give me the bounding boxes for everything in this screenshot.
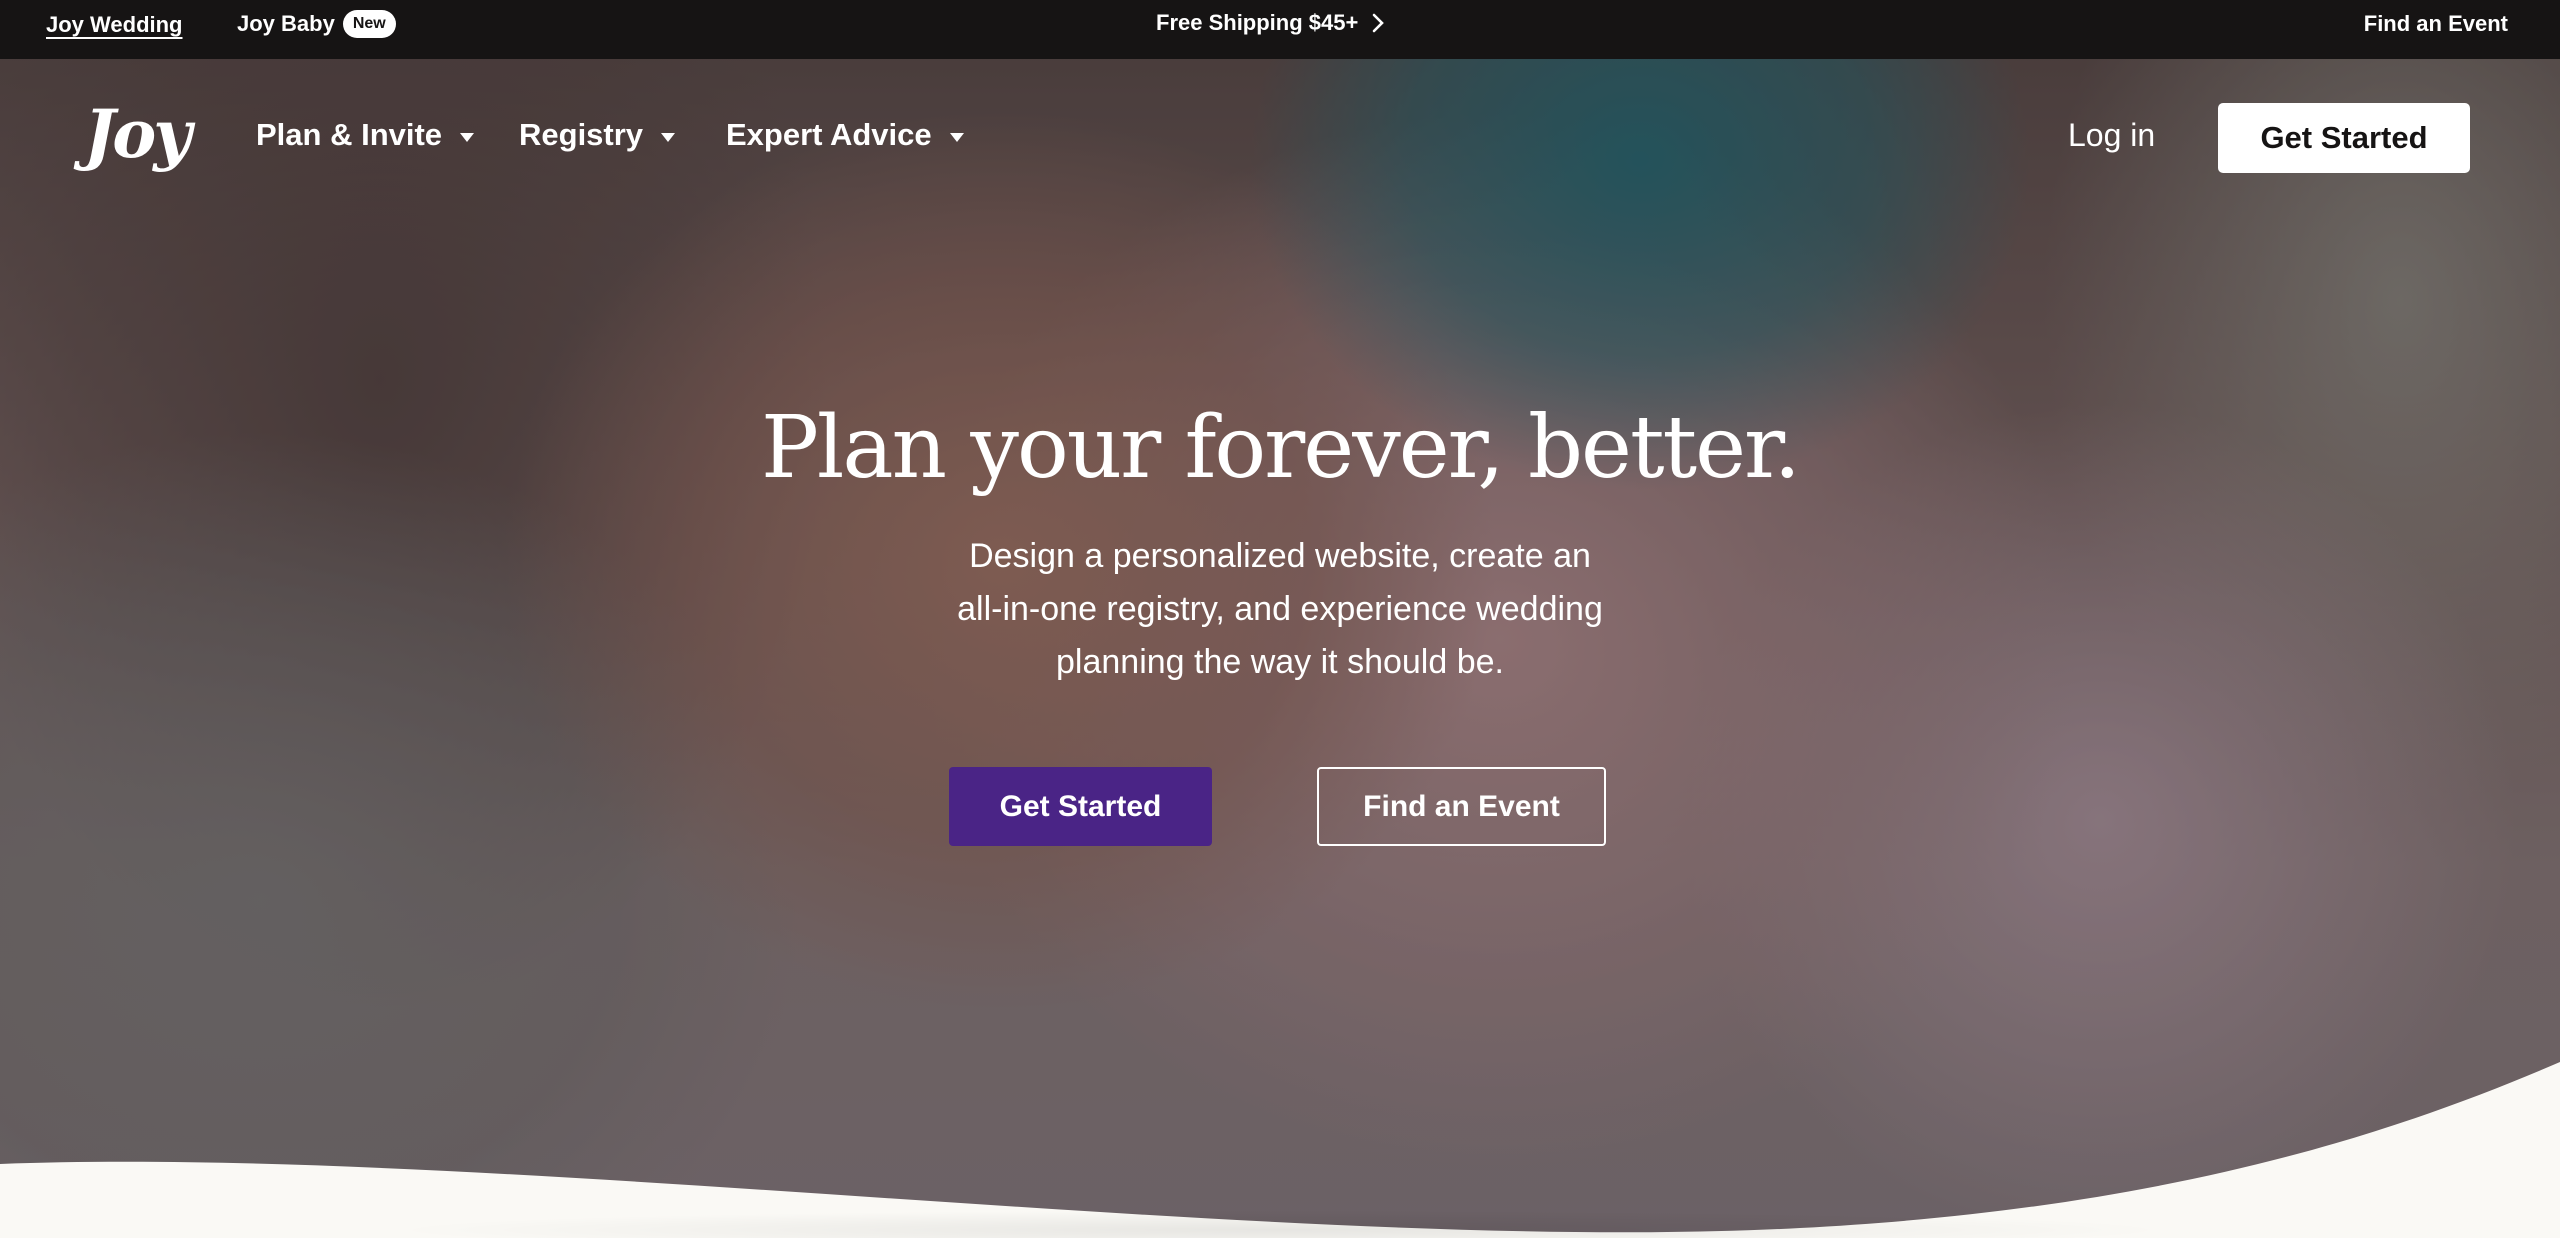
find-event-button[interactable]: Find an Event	[1317, 767, 1606, 846]
joy-wedding-link[interactable]: Joy Wedding	[46, 12, 183, 38]
joy-baby-link[interactable]: Joy Baby New	[237, 10, 396, 38]
get-started-nav-button[interactable]: Get Started	[2218, 103, 2470, 173]
nav-expert-advice[interactable]: Expert Advice	[726, 117, 964, 153]
hero-subcopy-line: Design a personalized website, create an	[969, 537, 1591, 575]
new-badge: New	[342, 10, 396, 38]
joy-baby-label: Joy Baby	[237, 11, 335, 36]
nav-expert-advice-label: Expert Advice	[726, 117, 932, 152]
chevron-right-icon	[1373, 13, 1385, 33]
nav-plan-invite[interactable]: Plan & Invite	[256, 117, 475, 153]
chevron-down-icon	[661, 132, 676, 142]
content-card-shadow	[380, 1210, 2180, 1238]
hero-subcopy-line: all-in-one registry, and experience wedd…	[957, 590, 1603, 628]
nav-registry[interactable]: Registry	[519, 117, 676, 153]
login-link[interactable]: Log in	[2068, 117, 2155, 154]
free-shipping-label: Free Shipping $45+	[1156, 10, 1359, 35]
announcement-bar: Joy Wedding Joy Baby New Free Shipping $…	[0, 0, 2560, 59]
chevron-down-icon	[949, 132, 964, 142]
find-event-top-link[interactable]: Find an Event	[2364, 11, 2508, 37]
get-started-button[interactable]: Get Started	[949, 767, 1212, 846]
chevron-down-icon	[460, 132, 475, 142]
nav-registry-label: Registry	[519, 117, 644, 152]
main-nav: Joy Plan & Invite Registry Expert Advice…	[0, 59, 2560, 215]
hero-subcopy-line: planning the way it should be.	[1056, 643, 1504, 681]
hero-headline: Plan your forever, better.	[761, 398, 1801, 498]
nav-plan-invite-label: Plan & Invite	[256, 117, 443, 152]
hero-subcopy: Design a personalized website, create an…	[880, 530, 1680, 689]
free-shipping-link[interactable]: Free Shipping $45+	[1156, 10, 1385, 36]
joy-logo[interactable]: Joy	[84, 95, 192, 173]
